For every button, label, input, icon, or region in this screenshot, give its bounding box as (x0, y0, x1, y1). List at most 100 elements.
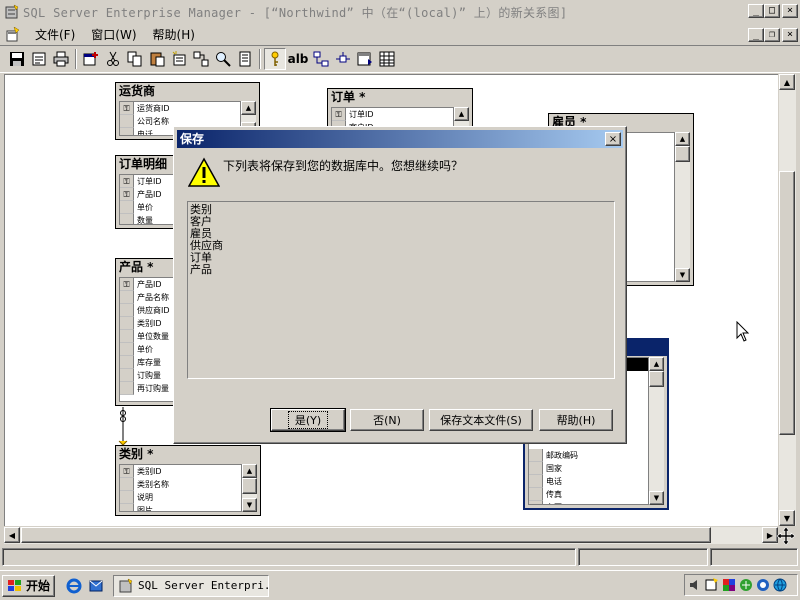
scroll-thumb[interactable] (779, 171, 795, 435)
table-row[interactable]: 类别ID (120, 317, 180, 330)
table-title[interactable]: 订单 * (328, 89, 472, 105)
table-row[interactable]: 说明 (120, 491, 241, 504)
diagram-doc-icon[interactable] (5, 26, 21, 43)
autosize-icon[interactable] (332, 48, 354, 70)
globe-tray-icon[interactable] (773, 578, 787, 592)
network-tray-icon[interactable] (739, 578, 753, 592)
canvas-horizontal-scrollbar[interactable]: ◀ ▶ (4, 527, 778, 544)
grid-icon[interactable] (376, 48, 398, 70)
close-button[interactable]: × (782, 4, 798, 18)
cut-icon[interactable] (102, 48, 124, 70)
help-button-label: 帮助(H) (556, 414, 596, 427)
mdi-restore-button[interactable]: ❐ (764, 28, 780, 42)
relationship-icon[interactable] (190, 48, 212, 70)
table-row[interactable]: ⚿ 类别ID (120, 465, 241, 478)
start-button[interactable]: 开始 (2, 574, 56, 597)
yes-button[interactable]: 是(Y) (270, 408, 346, 432)
paste-icon[interactable] (146, 48, 168, 70)
table-row[interactable]: 主页 (529, 501, 648, 504)
table-row[interactable]: 产品名称 (120, 291, 180, 304)
scroll-up-icon[interactable]: ▲ (779, 74, 795, 90)
scroll-thumb[interactable] (675, 146, 690, 162)
scroll-thumb[interactable] (21, 527, 711, 543)
minimize-button[interactable]: _ (748, 4, 764, 18)
scroll-thumb[interactable] (649, 371, 664, 387)
table-row[interactable]: ⚿ 产品ID (120, 188, 180, 201)
color-tray-icon[interactable] (722, 578, 736, 592)
mdi-minimize-button[interactable]: _ (748, 28, 764, 42)
menu-window[interactable]: 窗口(W) (83, 26, 144, 44)
save-icon[interactable] (6, 48, 28, 70)
table-row[interactable]: 订购量 (120, 369, 180, 382)
table-row[interactable]: ⚿ 运货商ID (120, 102, 240, 115)
menu-help[interactable]: 帮助(H) (145, 26, 203, 44)
table-scrollbar[interactable]: ▲▼ (675, 132, 690, 282)
new-table-icon[interactable] (354, 48, 376, 70)
status-pane (2, 548, 576, 566)
scroll-down-icon[interactable]: ▼ (649, 491, 664, 505)
volume-icon[interactable] (688, 578, 702, 592)
canvas-vertical-scrollbar[interactable]: ▲ ▼ (779, 74, 796, 526)
scroll-down-icon[interactable]: ▼ (242, 498, 257, 512)
app-tray-icon[interactable] (705, 578, 719, 592)
table-scrollbar[interactable]: ▲▼ (649, 357, 664, 505)
table-row[interactable]: 库存量 (120, 356, 180, 369)
table-scrollbar[interactable]: ▲▼ (242, 464, 257, 512)
primary-key-icon[interactable] (264, 48, 286, 70)
toolbar: alb (0, 46, 800, 73)
maximize-button[interactable]: □ (764, 4, 780, 18)
ie-icon[interactable] (65, 577, 83, 595)
add-table-icon[interactable] (80, 48, 102, 70)
column-name: 单价 (137, 345, 153, 354)
text-icon[interactable]: alb (286, 48, 310, 70)
table-row[interactable]: ⚿ 订单ID (120, 175, 180, 188)
table-title[interactable]: 类别 * (116, 446, 260, 462)
scroll-up-icon[interactable]: ▲ (242, 464, 257, 478)
table-row[interactable]: 单价 (120, 343, 180, 356)
security-tray-icon[interactable] (756, 578, 770, 592)
outlook-icon[interactable] (87, 577, 105, 595)
scroll-down-icon[interactable]: ▼ (779, 510, 795, 526)
new-text-icon[interactable] (168, 48, 190, 70)
scroll-thumb[interactable] (242, 478, 257, 494)
table-row[interactable]: 再订购量 (120, 382, 180, 395)
table-row[interactable]: ⚿ 订单ID (332, 108, 453, 121)
menu-file[interactable]: 文件(F) (27, 26, 83, 44)
table-row[interactable]: 单价 (120, 201, 180, 214)
dialog-close-button[interactable]: × (605, 132, 621, 146)
scroll-up-icon[interactable]: ▲ (454, 107, 469, 121)
scroll-up-icon[interactable]: ▲ (675, 132, 690, 146)
scroll-down-icon[interactable]: ▼ (675, 268, 690, 282)
table-row[interactable]: 电话 (529, 475, 648, 488)
arrange-icon[interactable] (310, 48, 332, 70)
table-title[interactable]: 运货商 (116, 83, 259, 99)
print-icon[interactable] (50, 48, 72, 70)
list-item: 订单 (190, 251, 212, 264)
scroll-left-icon[interactable]: ◀ (4, 527, 20, 543)
help-button[interactable]: 帮助(H) (539, 409, 613, 431)
mdi-close-button[interactable]: × (782, 28, 798, 42)
table-row[interactable]: 数量 (120, 214, 180, 224)
table-row[interactable]: 传真 (529, 488, 648, 501)
save-text-file-button[interactable]: 保存文本文件(S) (429, 409, 533, 431)
show-icon[interactable] (234, 48, 256, 70)
column-name: 说明 (137, 493, 153, 502)
properties-icon[interactable] (28, 48, 50, 70)
scroll-up-icon[interactable]: ▲ (241, 101, 256, 115)
table-row[interactable]: 类别名称 (120, 478, 241, 491)
list-item: 类别 (190, 203, 212, 216)
table-row[interactable]: 单位数量 (120, 330, 180, 343)
scroll-up-icon[interactable]: ▲ (649, 357, 664, 371)
zoom-icon[interactable] (212, 48, 234, 70)
taskbar-task-sql-server[interactable]: SQL Server Enterpri... (113, 574, 270, 597)
table-row[interactable]: 邮政编码 (529, 449, 648, 462)
table-row[interactable]: 供应商ID (120, 304, 180, 317)
no-button[interactable]: 否(N) (350, 409, 424, 431)
table-list[interactable]: 类别 客户 雇员 供应商 订单 产品 (187, 201, 615, 379)
table-row[interactable]: 图片 (120, 504, 241, 511)
diagram-table-categories[interactable]: 类别 * ⚿ 类别ID 类别名称 说明 图片 ▲ ▼ (115, 445, 261, 516)
row-selector (120, 214, 134, 224)
copy-icon[interactable] (124, 48, 146, 70)
table-row[interactable]: 国家 (529, 462, 648, 475)
table-row[interactable]: ⚿ 产品ID (120, 278, 180, 291)
